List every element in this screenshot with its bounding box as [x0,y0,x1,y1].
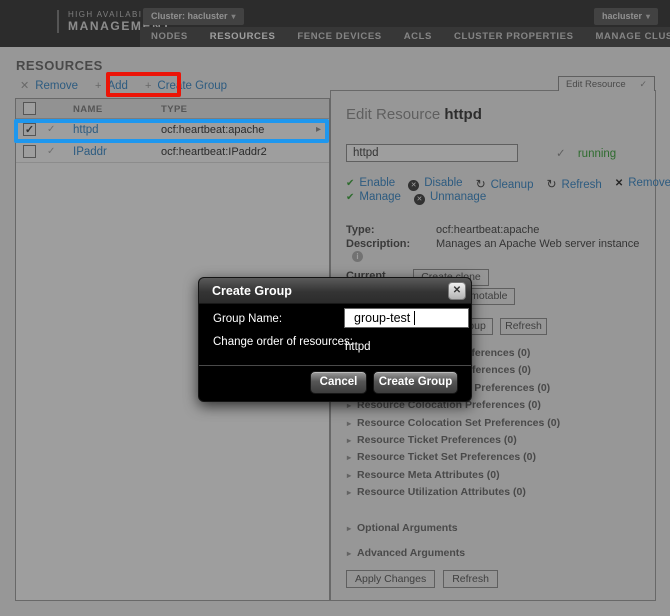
modal-title: Create Group [199,278,471,304]
order-item-httpd[interactable]: httpd [345,341,371,353]
change-order-label: Change order of resources: [213,336,353,348]
create-group-submit-button[interactable]: Create Group [373,371,458,394]
close-icon: ✕ [452,285,462,296]
group-name-input[interactable] [344,308,469,328]
modal-divider [199,365,471,366]
modal-close-button[interactable]: ✕ [448,282,466,300]
cancel-button[interactable]: Cancel [310,371,367,394]
create-group-modal: Create Group ✕ Group Name: Change order … [198,277,472,402]
text-cursor [414,311,415,325]
group-name-label: Group Name: [213,313,283,325]
app-root: HIGH AVAILABILITY MANAGEMENT Cluster: ha… [0,0,670,616]
